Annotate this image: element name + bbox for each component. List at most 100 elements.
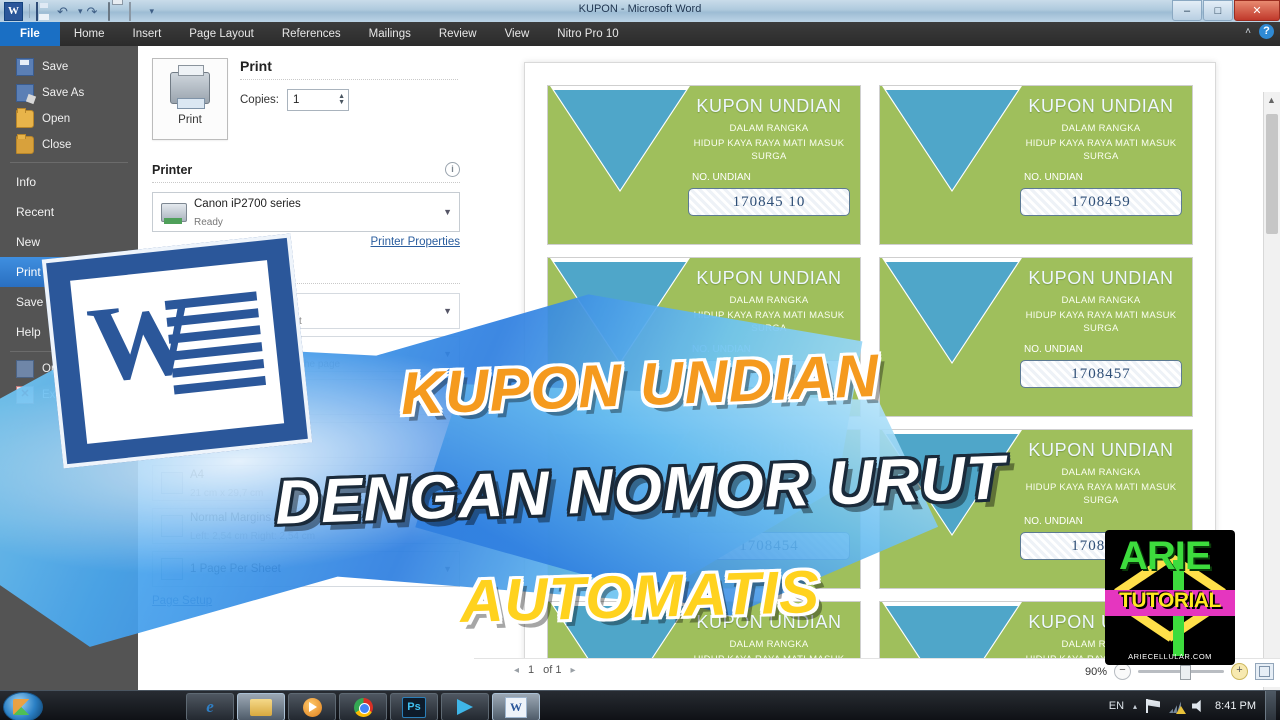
setting-print-range[interactable]: Print All Pages Print the entire documen…: [152, 293, 460, 329]
backstage-save-as-label: Save As: [42, 87, 85, 99]
printer-rule: [152, 182, 460, 184]
taskbar-windows-explorer[interactable]: [237, 693, 285, 720]
previous-page-icon[interactable]: ◂: [514, 665, 519, 676]
chevron-down-icon[interactable]: ▼: [443, 564, 452, 574]
print-rule: [240, 79, 458, 81]
backstage-item-options[interactable]: Options: [0, 356, 138, 382]
language-indicator[interactable]: EN: [1109, 700, 1124, 712]
clock[interactable]: 8:41 PM: [1215, 700, 1256, 712]
print-preview-area: KUPON UNDIAN DALAM RANGKA HIDUP KAYA RAY…: [474, 46, 1280, 690]
setting-margins[interactable]: Normal Margins Left: 2,54 cm Right: 2,54…: [152, 508, 460, 544]
backstage-item-close[interactable]: Close: [0, 132, 138, 158]
help-icon[interactable]: ?: [1259, 24, 1274, 39]
save-icon: [16, 58, 34, 76]
maximize-button[interactable]: □: [1203, 0, 1233, 21]
show-hidden-icons-icon[interactable]: ▴: [1133, 702, 1137, 711]
coupon-number-label: NO. UNDIAN: [1024, 344, 1083, 355]
tab-page-layout[interactable]: Page Layout: [175, 22, 268, 46]
zoom-out-button[interactable]: −: [1114, 663, 1131, 680]
zoom-percent-label[interactable]: 90%: [1085, 666, 1107, 678]
setting-collation[interactable]: Collated 1,2,3 1,2,3 1,2,3 ▼: [152, 379, 460, 415]
next-page-icon[interactable]: ▸: [571, 665, 576, 676]
zoom-in-button[interactable]: +: [1231, 663, 1248, 680]
taskbar-internet-explorer[interactable]: e: [186, 693, 234, 720]
scrollbar-thumb[interactable]: [1266, 114, 1278, 234]
chevron-down-icon[interactable]: ▼: [443, 349, 452, 359]
scroll-up-icon[interactable]: ▲: [1267, 95, 1276, 105]
chevron-down-icon[interactable]: ▼: [443, 435, 452, 445]
settings-rule: [152, 283, 460, 285]
coupon-title: KUPON UNDIAN: [1028, 440, 1174, 460]
taskbar-media-player[interactable]: [288, 693, 336, 720]
coupon-line1: DALAM RANGKA: [729, 467, 809, 478]
copies-spin-arrows[interactable]: ▲ ▼: [338, 93, 345, 106]
chevron-down-icon[interactable]: ▼: [443, 392, 452, 402]
backstage-item-help[interactable]: Help: [0, 317, 138, 347]
coupon-line1: DALAM RANGKA: [1061, 123, 1141, 134]
backstage-item-print[interactable]: Print: [0, 257, 138, 287]
tab-mailings[interactable]: Mailings: [355, 22, 425, 46]
chevron-down-icon[interactable]: ▼: [443, 306, 452, 316]
coupon-card: KUPON UNDIAN DALAM RANGKA HIDUP KAYA RAY…: [879, 257, 1193, 417]
collapse-ribbon-icon[interactable]: ˄: [1245, 26, 1251, 37]
coupon-card: KUPON UNDIAN DALAM RANGKA HIDUP KAYA RAY…: [547, 257, 861, 417]
network-icon[interactable]: [1169, 699, 1187, 714]
tab-references[interactable]: References: [268, 22, 355, 46]
volume-icon[interactable]: [1192, 699, 1206, 713]
backstage-item-save-and-send[interactable]: Save & Send: [0, 287, 138, 317]
close-button[interactable]: ✕: [1234, 0, 1280, 21]
chevron-down-icon[interactable]: ▼: [443, 207, 452, 217]
setting-sides-sub: Only print on one side of the page: [190, 359, 341, 370]
backstage-item-save-as[interactable]: Save As: [0, 80, 138, 106]
coupon-card: KUPON UNDIAN DALAM RANGKA HIDUP KAYA RAY…: [547, 429, 861, 589]
taskbar-blue-app[interactable]: [441, 693, 489, 720]
setting-orientation[interactable]: Portrait Orientation ▼: [152, 422, 460, 458]
chevron-down-icon[interactable]: ▼: [443, 478, 452, 488]
tab-file[interactable]: File: [0, 22, 60, 46]
backstage-item-new[interactable]: New: [0, 227, 138, 257]
copies-down-icon[interactable]: ▼: [338, 99, 345, 106]
info-icon[interactable]: i: [445, 162, 460, 177]
copies-stepper[interactable]: ▲ ▼: [287, 89, 349, 111]
tab-nitro-pro[interactable]: Nitro Pro 10: [543, 22, 632, 46]
printer-properties-link[interactable]: Printer Properties: [152, 236, 460, 248]
setting-paper-size[interactable]: A4 21 cm x 29,7 cm ▼: [152, 465, 460, 501]
tab-view[interactable]: View: [491, 22, 544, 46]
tab-review[interactable]: Review: [425, 22, 491, 46]
backstage-item-recent[interactable]: Recent: [0, 197, 138, 227]
backstage-item-open[interactable]: Open: [0, 106, 138, 132]
windows-logo-icon: [13, 699, 31, 715]
setting-sides[interactable]: Print One Sided Only print on one side o…: [152, 336, 460, 372]
coupon-number-box: 1708457: [1020, 360, 1182, 388]
coupon-title: KUPON UNDIAN: [696, 612, 842, 632]
taskbar-word[interactable]: W: [492, 693, 540, 720]
zoom-slider[interactable]: [1138, 665, 1224, 680]
media-player-icon: [302, 697, 322, 717]
page-setup-link[interactable]: Page Setup: [152, 595, 460, 607]
coupon-line1: DALAM RANGKA: [1061, 639, 1141, 650]
minimize-button[interactable]: –: [1172, 0, 1202, 21]
ribbon-tab-bar: File Home Insert Page Layout References …: [0, 22, 1280, 46]
show-desktop-button[interactable]: [1265, 691, 1276, 720]
setting-pages-per-sheet[interactable]: 1 Page Per Sheet ▼: [152, 551, 460, 587]
printer-select[interactable]: Canon iP2700 series Ready ▼: [152, 192, 460, 232]
taskbar-photoshop[interactable]: Ps: [390, 693, 438, 720]
preview-scrollbar[interactable]: ▲ ▼: [1263, 92, 1280, 690]
start-button[interactable]: [3, 692, 43, 720]
coupon-number-box: 1708454: [688, 532, 850, 560]
backstage-item-save[interactable]: Save: [0, 54, 138, 80]
preview-page: KUPON UNDIAN DALAM RANGKA HIDUP KAYA RAY…: [524, 62, 1216, 664]
chevron-down-icon[interactable]: ▼: [443, 521, 452, 531]
coupon-title: KUPON UNDIAN: [1028, 96, 1174, 116]
print-button[interactable]: Print: [152, 58, 228, 140]
tab-insert[interactable]: Insert: [119, 22, 176, 46]
backstage-item-info[interactable]: Info: [0, 167, 138, 197]
zoom-slider-thumb[interactable]: [1180, 665, 1191, 680]
zoom-to-page-icon[interactable]: [1255, 663, 1274, 680]
backstage-item-exit[interactable]: ✕ Exit: [0, 382, 138, 408]
taskbar-chrome[interactable]: [339, 693, 387, 720]
copies-input[interactable]: [291, 93, 325, 107]
coupon-number-box: 170845 10: [688, 188, 850, 216]
action-center-flag-icon[interactable]: [1146, 699, 1161, 713]
tab-home[interactable]: Home: [60, 22, 119, 46]
